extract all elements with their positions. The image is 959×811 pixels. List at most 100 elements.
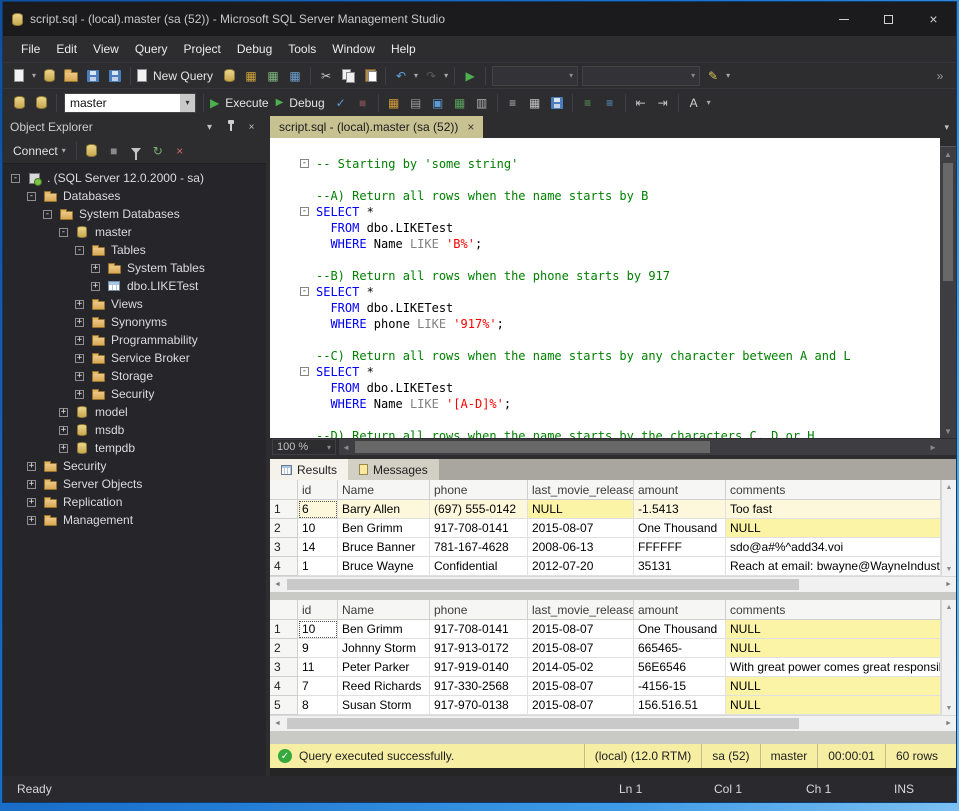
toolbar-combo-1[interactable]: ▾ [492,66,578,86]
row-number[interactable]: 1 [270,500,298,519]
tree-item[interactable]: +Synonyms [3,313,266,331]
tab-messages[interactable]: Messages [348,459,439,480]
grid-cell[interactable]: 917-330-2568 [430,677,528,696]
tree-item[interactable]: +model [3,403,266,421]
refresh-icon[interactable]: ↻ [147,140,169,162]
toolbar-overflow-icon[interactable]: » [929,65,951,87]
menu-file[interactable]: File [13,38,48,60]
grid-cell[interactable]: 2014-05-02 [528,658,634,677]
tree-item[interactable]: +Security [3,385,266,403]
grid-cell[interactable]: 1 [298,557,338,576]
chevron-down-icon[interactable]: ▾ [412,71,420,80]
parse-icon[interactable]: ✓ [330,92,352,114]
grid-cell[interactable]: 917-708-0141 [430,620,528,639]
chevron-down-icon[interactable]: ▾ [705,98,713,107]
results-to-text-icon[interactable]: ≡ [502,92,524,114]
results-to-grid-icon[interactable]: ▦ [524,92,546,114]
menu-debug[interactable]: Debug [229,38,280,60]
row-number[interactable]: 4 [270,677,298,696]
grid-cell[interactable]: 9 [298,639,338,658]
sqlcmd-mode-icon[interactable]: A [683,92,705,114]
tree-item[interactable]: +Service Broker [3,349,266,367]
grid-cell[interactable]: Confidential [430,557,528,576]
chevron-down-icon[interactable]: ▾ [724,71,732,80]
tree-item[interactable]: -Tables [3,241,266,259]
tree-item[interactable]: +Server Objects [3,475,266,493]
stop-icon[interactable]: ■ [103,140,125,162]
menu-tools[interactable]: Tools [280,38,324,60]
debug-button[interactable]: ▶Debug [274,92,330,114]
column-header-amount[interactable]: amount [634,480,726,500]
scrollbar-thumb[interactable] [355,441,710,453]
tree-item[interactable]: -System Databases [3,205,266,223]
tree-item[interactable]: +Storage [3,367,266,385]
active-files-dropdown-icon[interactable]: ▾ [937,122,956,133]
fold-collapse-icon[interactable]: - [300,159,309,168]
tree-expander-icon[interactable]: + [75,300,84,309]
chevron-down-icon[interactable]: ▾ [30,71,38,80]
menu-query[interactable]: Query [127,38,176,60]
column-header-phone[interactable]: phone [430,600,528,620]
document-tab[interactable]: script.sql - (local).master (sa (52)) × [270,116,483,138]
tree-expander-icon[interactable]: + [91,282,100,291]
row-number[interactable]: 1 [270,620,298,639]
save-all-icon[interactable] [104,65,126,87]
row-number[interactable]: 4 [270,557,298,576]
tree-item[interactable]: +Programmability [3,331,266,349]
grid-cell[interactable]: NULL [726,696,941,715]
column-header-name[interactable]: Name [338,600,430,620]
grid-cell[interactable]: Bruce Banner [338,538,430,557]
grid1-horizontal-scrollbar[interactable]: ◄ ► [270,576,956,592]
scroll-right-icon[interactable]: ► [941,720,956,727]
tree-expander-icon[interactable]: - [75,246,84,255]
menu-project[interactable]: Project [176,38,229,60]
disconnect-icon[interactable] [81,140,103,162]
close-panel-icon[interactable]: × [244,122,259,133]
toolbar-combo-2[interactable]: ▾ [582,66,700,86]
tab-results[interactable]: Results [270,459,348,480]
tree-expander-icon[interactable]: + [91,264,100,273]
scroll-up-icon[interactable]: ▲ [940,147,956,161]
delete-icon[interactable]: × [169,140,191,162]
grid-cell[interactable]: NULL [726,519,941,538]
tree-item[interactable]: -Databases [3,187,266,205]
change-connection-icon[interactable] [30,92,52,114]
fold-collapse-icon[interactable]: - [300,367,309,376]
grid-cell[interactable]: -1.5413 [634,500,726,519]
column-header-comments[interactable]: comments [726,480,941,500]
grid-cell[interactable]: NULL [726,639,941,658]
scrollbar-thumb[interactable] [287,718,799,729]
splitter-grip[interactable] [940,138,956,147]
minimize-button[interactable] [821,2,866,36]
column-header-id[interactable]: id [298,480,338,500]
connect-button[interactable]: Connect▾ [7,140,72,162]
tree-expander-icon[interactable]: + [27,480,36,489]
menu-view[interactable]: View [85,38,127,60]
tree-item[interactable]: +System Tables [3,259,266,277]
decrease-indent-icon[interactable]: ⇤ [630,92,652,114]
column-header-comments[interactable]: comments [726,600,941,620]
grid-cell[interactable]: 156.516.51 [634,696,726,715]
scrollbar-thumb[interactable] [943,163,953,281]
tree-expander-icon[interactable]: + [59,444,68,453]
grid-cell[interactable]: 8 [298,696,338,715]
scroll-down-icon[interactable]: ▼ [946,562,953,576]
grid-cell[interactable]: Peter Parker [338,658,430,677]
row-number[interactable]: 2 [270,639,298,658]
grid-cell[interactable]: 781-167-4628 [430,538,528,557]
scroll-up-icon[interactable]: ▲ [946,480,953,494]
tree-item[interactable]: +tempdb [3,439,266,457]
query-options-icon[interactable]: ▤ [405,92,427,114]
client-statistics-icon[interactable]: ▥ [471,92,493,114]
tree-expander-icon[interactable]: + [75,354,84,363]
scrollbar-thumb[interactable] [287,579,799,590]
grid-cell[interactable]: Barry Allen [338,500,430,519]
grid-cell[interactable]: NULL [726,677,941,696]
scroll-left-icon[interactable]: ◄ [270,720,285,727]
copy-icon[interactable] [337,65,359,87]
grid-cell[interactable]: Ben Grimm [338,620,430,639]
menu-edit[interactable]: Edit [48,38,85,60]
row-number[interactable]: 2 [270,519,298,538]
grid-cell[interactable]: 665465- [634,639,726,658]
tree-expander-icon[interactable]: + [75,390,84,399]
